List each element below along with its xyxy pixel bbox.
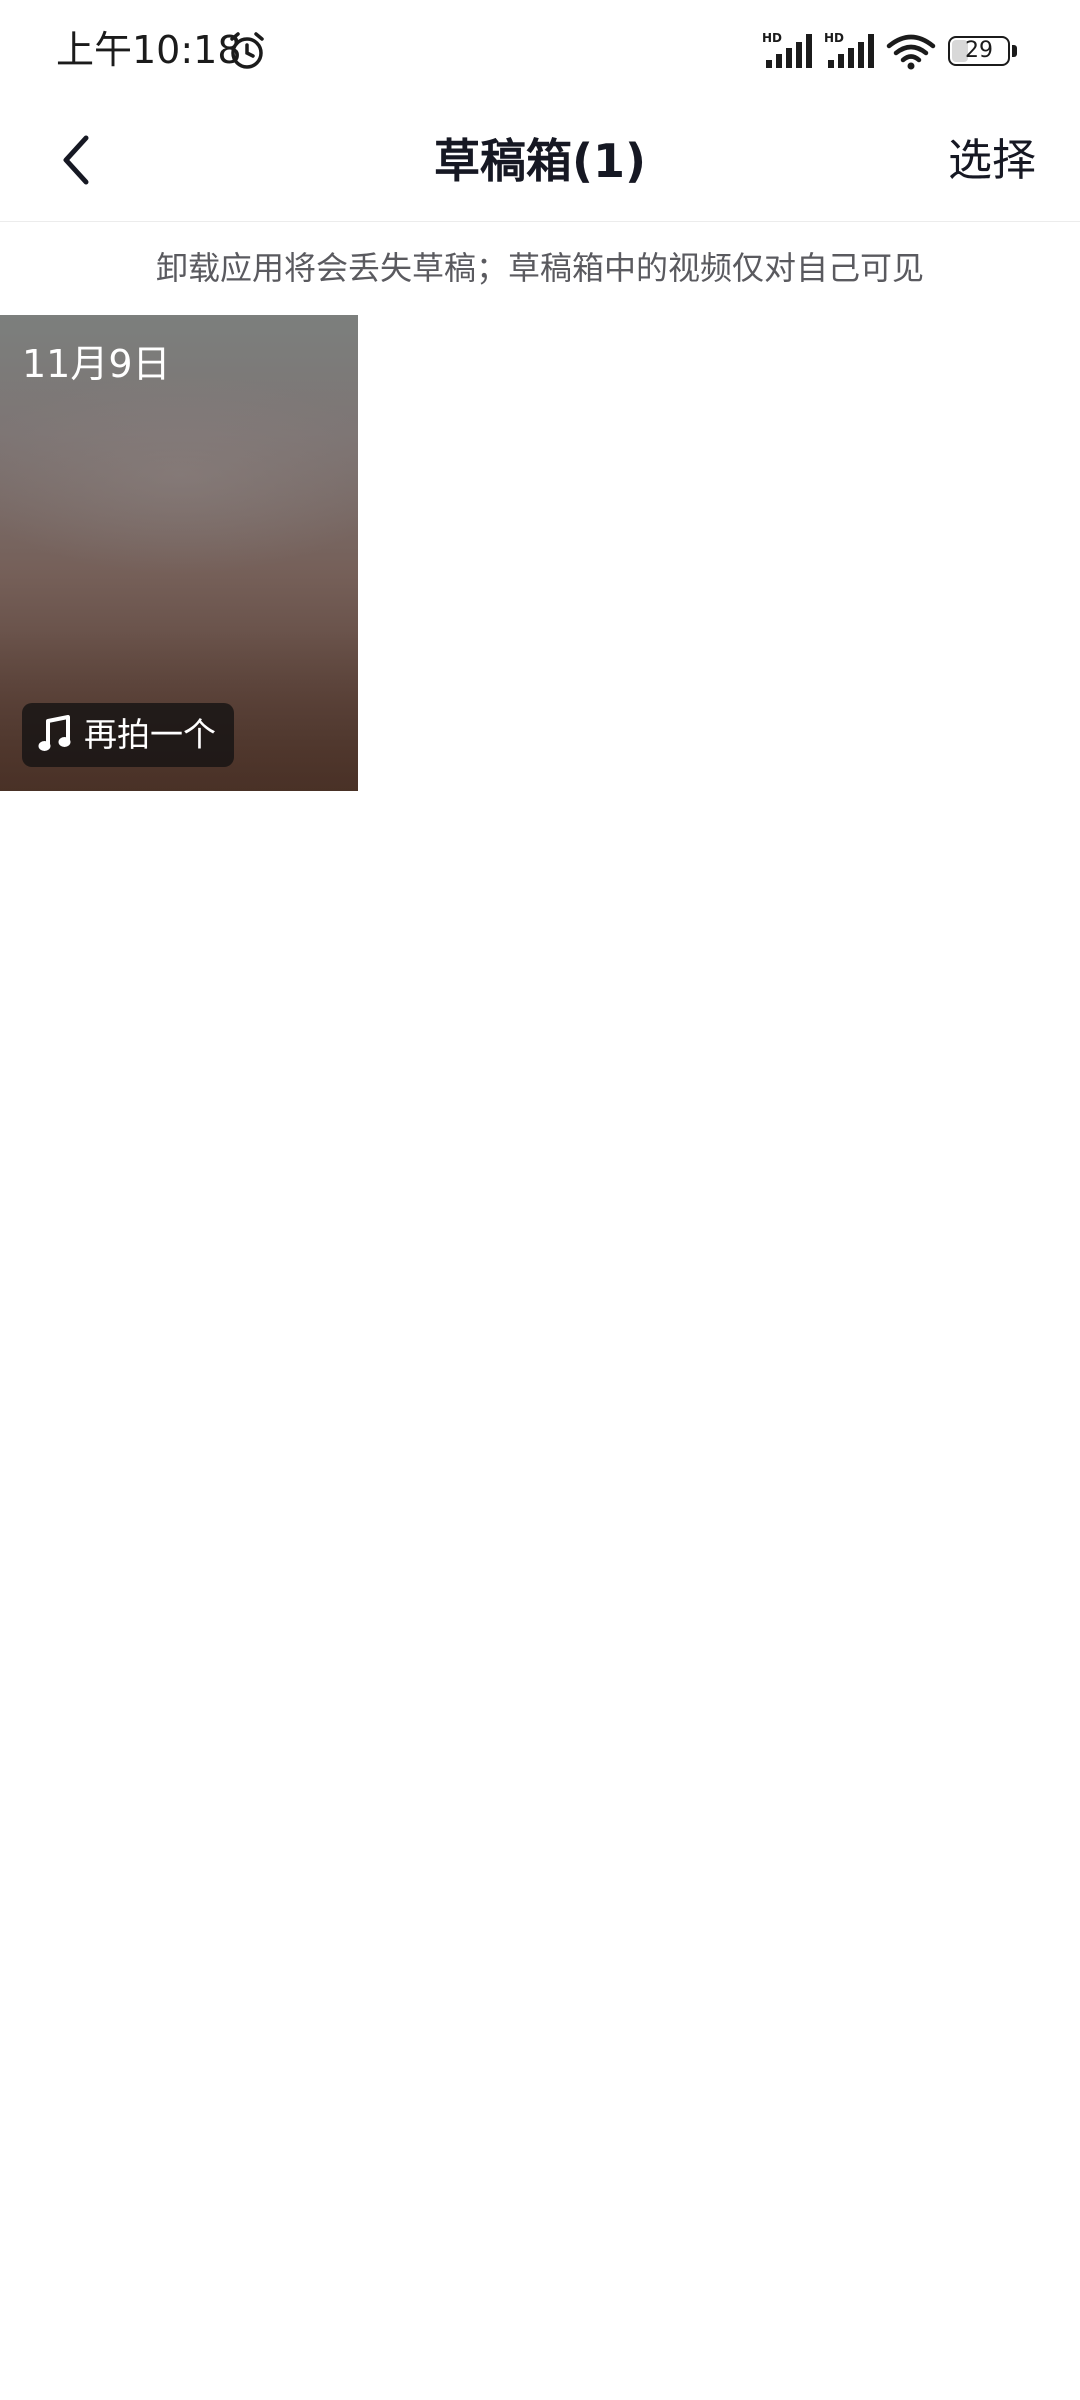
nav-bar: 草稿箱(1) 选择 [0, 100, 1080, 222]
alarm-icon [230, 32, 264, 69]
reshoot-label: 再拍一个 [84, 715, 216, 754]
draft-item[interactable]: 11月9日 再拍一个 [0, 315, 358, 791]
select-button[interactable]: 选择 [948, 100, 1036, 222]
hd-signal-icon: HD [762, 31, 812, 68]
svg-text:HD: HD [824, 31, 844, 45]
battery-level: 29 [965, 38, 993, 63]
hd-signal-icon: HD [824, 31, 874, 68]
chevron-left-icon [63, 135, 89, 185]
wifi-icon [886, 34, 936, 70]
drafts-screen: 上午10:18 HD HD 29 草稿箱(1) 选择 卸载应用将会丢失草稿；草稿… [0, 0, 1080, 2400]
back-button[interactable] [36, 120, 116, 200]
drafts-notice: 卸载应用将会丢失草稿；草稿箱中的视频仅对自己可见 [155, 249, 924, 287]
battery-tip [1012, 45, 1017, 57]
svg-text:HD: HD [762, 31, 782, 45]
reshoot-button[interactable]: 再拍一个 [22, 703, 234, 767]
page-title: 草稿箱(1) [433, 134, 647, 188]
battery-icon: 29 [948, 36, 1018, 68]
status-bar: 上午10:18 HD HD 29 [0, 0, 1080, 100]
draft-date: 11月9日 [22, 342, 171, 386]
music-note-icon [38, 715, 71, 751]
status-time: 上午10:18 [56, 28, 242, 72]
